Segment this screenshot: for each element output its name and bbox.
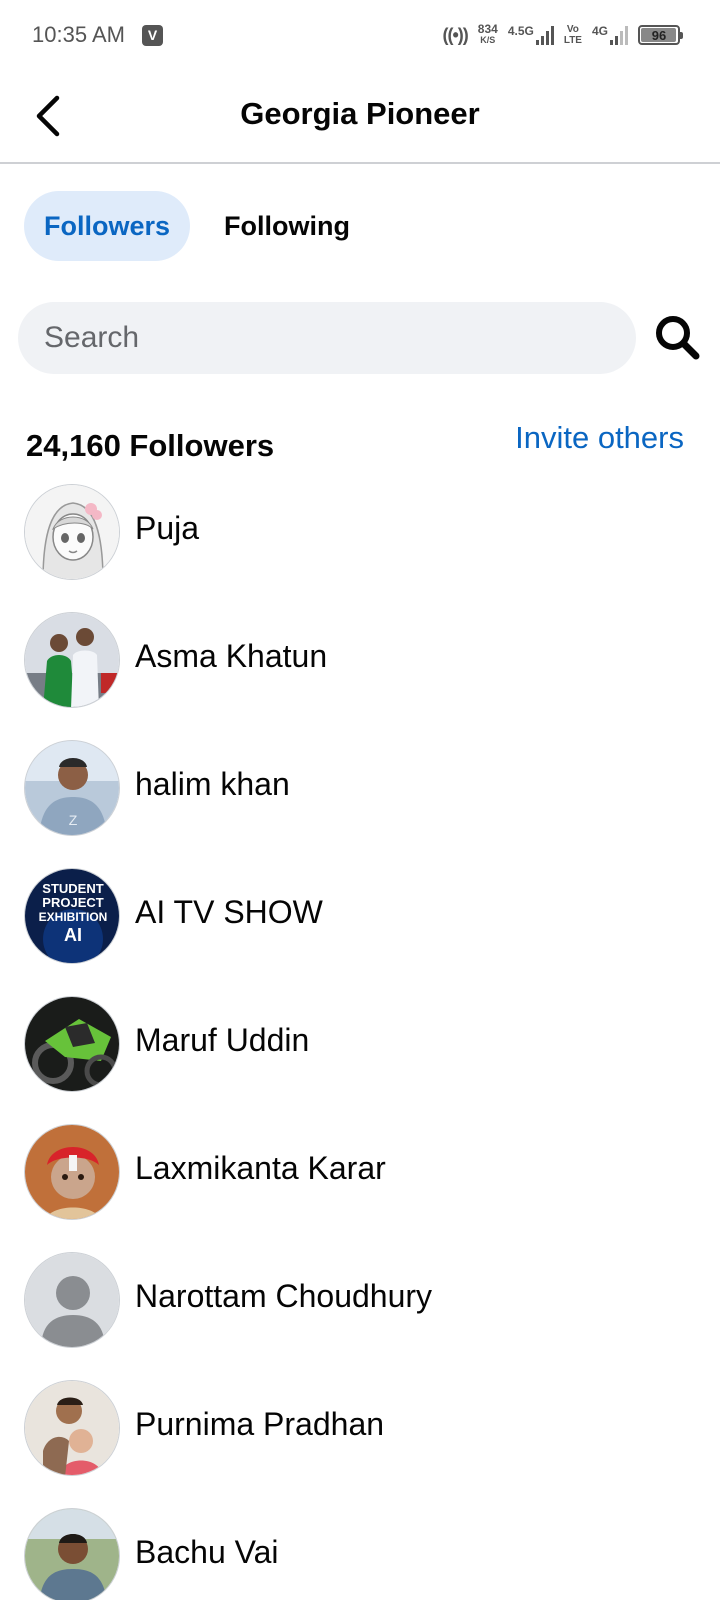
volte-top: Vo bbox=[566, 24, 579, 35]
signal-1: 4.5G bbox=[508, 25, 554, 45]
ai-logo-avatar-icon: STUDENT PROJECT EXHIBITION AI bbox=[25, 869, 119, 963]
invite-others-link[interactable]: Invite others bbox=[515, 420, 684, 456]
avatar[interactable] bbox=[24, 484, 120, 580]
followers-count: 24,160 Followers bbox=[26, 428, 275, 463]
signal-2-label: 4G bbox=[591, 24, 608, 38]
network-speed: 834 K/S bbox=[477, 22, 498, 46]
page-title: Georgia Pioneer bbox=[240, 96, 480, 131]
search-icon[interactable] bbox=[654, 314, 700, 360]
kids-photo-avatar-icon bbox=[25, 1381, 119, 1475]
volte-indicator: Vo LTE bbox=[564, 24, 582, 46]
ai-logo-line-3: EXHIBITION bbox=[39, 910, 108, 924]
anime-girl-avatar-icon bbox=[25, 485, 119, 579]
avatar[interactable] bbox=[24, 996, 120, 1092]
volte-bottom: LTE bbox=[563, 35, 582, 46]
list-item[interactable]: Narottam Choudhury bbox=[0, 1250, 720, 1378]
signal-2: 4G bbox=[592, 25, 628, 45]
man-outdoor-photo-avatar-icon bbox=[25, 1509, 119, 1600]
list-item[interactable]: Purnima Pradhan bbox=[0, 1378, 720, 1506]
follower-name[interactable]: Maruf Uddin bbox=[135, 1022, 309, 1059]
list-item[interactable]: Asma Khatun bbox=[0, 610, 720, 738]
list-item[interactable]: Maruf Uddin bbox=[0, 994, 720, 1122]
followers-list: Puja Asma Khatun Z halim khan STUDENT PR… bbox=[0, 482, 720, 1600]
signal-1-label: 4.5G bbox=[507, 24, 534, 38]
search-bar[interactable] bbox=[18, 302, 636, 374]
avatar[interactable] bbox=[24, 1124, 120, 1220]
follower-name[interactable]: Purnima Pradhan bbox=[135, 1406, 384, 1443]
follower-name[interactable]: Narottam Choudhury bbox=[135, 1278, 432, 1315]
network-speed-unit: K/S bbox=[480, 35, 496, 45]
follower-name[interactable]: Bachu Vai bbox=[135, 1534, 279, 1571]
follower-name[interactable]: halim khan bbox=[135, 766, 290, 803]
list-item[interactable]: Laxmikanta Karar bbox=[0, 1122, 720, 1250]
network-speed-value: 834 bbox=[477, 22, 498, 36]
avatar[interactable] bbox=[24, 1252, 120, 1348]
status-bar: 10:35 AM V ((•)) 834 K/S 4.5G Vo LTE 4G … bbox=[0, 0, 720, 72]
avatar[interactable] bbox=[24, 1380, 120, 1476]
list-item[interactable]: Puja bbox=[0, 482, 720, 610]
follower-name[interactable]: Puja bbox=[135, 510, 199, 547]
svg-text:Z: Z bbox=[69, 812, 78, 828]
follower-name[interactable]: AI TV SHOW bbox=[135, 894, 323, 931]
motorcycle-photo-avatar-icon bbox=[25, 997, 119, 1091]
list-item[interactable]: Z halim khan bbox=[0, 738, 720, 866]
ai-logo-line-2: PROJECT bbox=[42, 895, 103, 910]
follower-name[interactable]: Laxmikanta Karar bbox=[135, 1150, 386, 1187]
status-indicators: ((•)) 834 K/S 4.5G Vo LTE 4G 96 bbox=[442, 20, 683, 50]
tab-followers[interactable]: Followers bbox=[24, 191, 190, 261]
man-photo-avatar-icon: Z bbox=[25, 741, 119, 835]
battery-percent: 96 bbox=[651, 27, 667, 43]
list-item[interactable]: STUDENT PROJECT EXHIBITION AI AI TV SHOW bbox=[0, 866, 720, 994]
couple-photo-avatar-icon bbox=[25, 613, 119, 707]
avatar[interactable]: Z bbox=[24, 740, 120, 836]
list-item[interactable]: Bachu Vai bbox=[0, 1506, 720, 1600]
tab-following[interactable]: Following bbox=[206, 191, 368, 261]
child-photo-avatar-icon bbox=[25, 1125, 119, 1219]
default-avatar-icon bbox=[25, 1253, 119, 1347]
search-input[interactable] bbox=[44, 321, 604, 355]
avatar[interactable]: STUDENT PROJECT EXHIBITION AI bbox=[24, 868, 120, 964]
signal-bars-icon bbox=[535, 25, 554, 45]
ai-logo-line-4: AI bbox=[64, 925, 82, 945]
notification-app-icon: V bbox=[142, 25, 163, 46]
ai-logo-line-1: STUDENT bbox=[42, 881, 103, 896]
status-time: 10:35 AM bbox=[32, 22, 125, 47]
avatar[interactable] bbox=[24, 612, 120, 708]
hotspot-icon: ((•)) bbox=[442, 24, 469, 45]
follower-name[interactable]: Asma Khatun bbox=[135, 638, 327, 675]
signal-bars-icon bbox=[610, 25, 628, 45]
app-header: Georgia Pioneer bbox=[0, 72, 720, 164]
avatar[interactable] bbox=[24, 1508, 120, 1600]
battery-icon: 96 bbox=[638, 25, 683, 45]
